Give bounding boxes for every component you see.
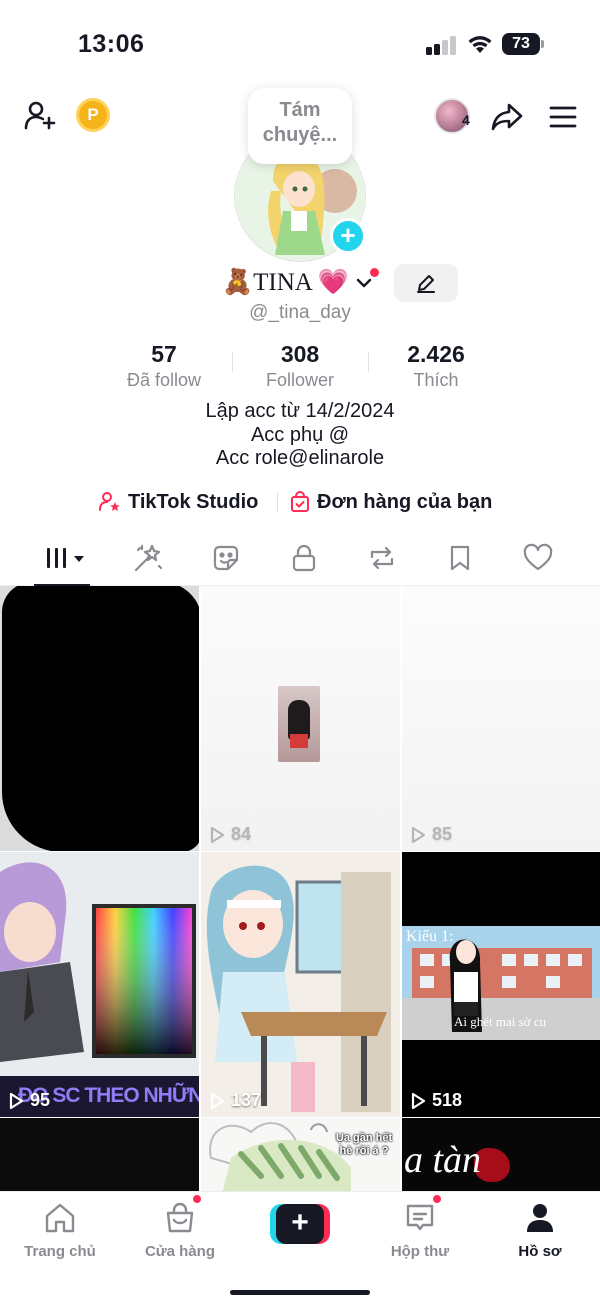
tab-liked[interactable]: [518, 540, 558, 576]
stat-likes[interactable]: 2.426 Thích: [376, 340, 496, 392]
view-count: 518: [410, 1090, 462, 1111]
plus-icon: +: [276, 1204, 324, 1244]
view-count-text: 85: [432, 824, 453, 844]
redacted-area: [2, 586, 199, 851]
add-story-plus-icon[interactable]: +: [330, 218, 366, 254]
video-thumbnail[interactable]: ĐO SC THEO NHỮNG M 95: [0, 852, 199, 1117]
bio-line: Acc phụ @: [250, 424, 350, 446]
profile-icon: [527, 1204, 553, 1232]
tiktok-studio-label: TikTok Studio: [128, 490, 259, 513]
stat-divider: [232, 352, 233, 372]
bottom-nav: Trang chủ Cửa hàng + Hộp thư Hồ sơ: [0, 1191, 600, 1304]
inbox-notification-dot: [432, 1194, 442, 1204]
edit-profile-button[interactable]: [394, 264, 458, 302]
stat-divider: [368, 352, 369, 372]
chevron-down-icon[interactable]: [356, 276, 372, 290]
video-thumbnail[interactable]: 137: [201, 852, 400, 1117]
video-thumbnail[interactable]: 85: [402, 586, 600, 851]
menu-icon[interactable]: [542, 96, 584, 138]
video-thumbnail[interactable]: Kiểu 1: Ai ghét mai sờ cu 518: [402, 852, 600, 1117]
stat-following[interactable]: 57 Đã follow: [104, 340, 224, 392]
tab-sparkle[interactable]: [128, 540, 168, 576]
tiktok-studio-link[interactable]: TikTok Studio: [98, 488, 258, 516]
video-caption: Ụa gần hết hè rồi á ?: [335, 1132, 393, 1157]
tab-repost[interactable]: [362, 540, 402, 576]
orders-label: Đơn hàng của bạn: [317, 490, 493, 513]
name-row: 🧸TINA 💗: [0, 264, 600, 304]
nav-profile-label: Hồ sơ: [518, 1243, 562, 1260]
thumbnail-image: [278, 686, 320, 762]
following-label: Đã follow: [126, 370, 202, 390]
video-grid: 84 85 ĐO SC THEO NHỮNG M 95: [0, 586, 600, 1192]
profile-tabs: [0, 530, 600, 586]
share-icon[interactable]: [486, 96, 528, 138]
video-thumbnail[interactable]: a tàn: [402, 1118, 600, 1192]
view-count: 137: [209, 1090, 261, 1111]
view-count: 84: [209, 824, 251, 845]
username: @_tina_day: [249, 302, 351, 323]
tab-stickers[interactable]: [206, 540, 246, 576]
nav-shop[interactable]: Cửa hàng: [120, 1202, 240, 1260]
status-bar: 13:06 73: [0, 0, 600, 88]
view-count-text: 137: [231, 1090, 262, 1110]
link-divider: [277, 492, 278, 512]
nav-shop-label: Cửa hàng: [144, 1243, 216, 1260]
likes-label: Thích: [413, 370, 459, 390]
nav-profile[interactable]: Hồ sơ: [480, 1202, 600, 1260]
create-button[interactable]: +: [270, 1204, 330, 1244]
video-thumbnail[interactable]: [0, 586, 199, 851]
nav-inbox[interactable]: Hộp thư: [360, 1202, 480, 1260]
shop-icon: [166, 1202, 194, 1233]
view-count-text: 95: [30, 1090, 51, 1110]
nav-inbox-label: Hộp thư: [390, 1243, 450, 1260]
coin-icon[interactable]: P: [76, 98, 110, 132]
cellular-signal-icon: [426, 35, 458, 55]
following-count: 57: [151, 341, 177, 367]
tab-private[interactable]: [284, 540, 324, 576]
home-icon: [45, 1203, 75, 1233]
followers-label: Follower: [265, 370, 335, 390]
nav-home[interactable]: Trang chủ: [0, 1202, 120, 1260]
profile-note-bubble[interactable]: Tám chuyệ...: [248, 88, 352, 164]
tab-bookmarks[interactable]: [440, 540, 480, 576]
video-caption: a tàn: [404, 1139, 482, 1181]
wifi-icon: [466, 33, 494, 55]
bio-line: Lập acc từ 14/2/2024: [205, 400, 395, 422]
orders-link[interactable]: Đơn hàng của bạn: [289, 488, 492, 516]
display-name[interactable]: 🧸TINA 💗: [222, 268, 349, 297]
video-caption: Kiểu 1:: [406, 928, 454, 945]
video-thumbnail[interactable]: [0, 1118, 199, 1192]
followers-count: 308: [280, 341, 320, 367]
inbox-icon: [406, 1204, 434, 1231]
video-caption: Ai ghét mai sờ cu: [454, 1014, 547, 1029]
status-time: 13:06: [78, 30, 145, 58]
story-count-badge: 4: [462, 112, 470, 128]
view-count: 85: [410, 824, 452, 845]
view-count-text: 518: [432, 1090, 463, 1110]
view-count-text: 84: [231, 824, 252, 844]
tab-videos[interactable]: [44, 540, 90, 576]
nav-home-label: Trang chủ: [24, 1243, 96, 1260]
video-thumbnail[interactable]: 84: [201, 586, 400, 851]
video-thumbnail[interactable]: Ụa gần hết hè rồi á ?: [201, 1118, 400, 1192]
likes-count: 2.426: [407, 341, 465, 367]
bio-line[interactable]: Acc role@elinarole: [0, 446, 600, 470]
notification-dot: [370, 268, 379, 277]
shop-notification-dot: [192, 1194, 202, 1204]
view-count: 95: [8, 1090, 50, 1111]
stat-followers[interactable]: 308 Follower: [240, 340, 360, 392]
battery-level: 73: [502, 33, 540, 55]
add-friend-icon[interactable]: [20, 96, 60, 136]
battery-icon: 73: [502, 33, 544, 55]
home-indicator: [230, 1290, 370, 1295]
